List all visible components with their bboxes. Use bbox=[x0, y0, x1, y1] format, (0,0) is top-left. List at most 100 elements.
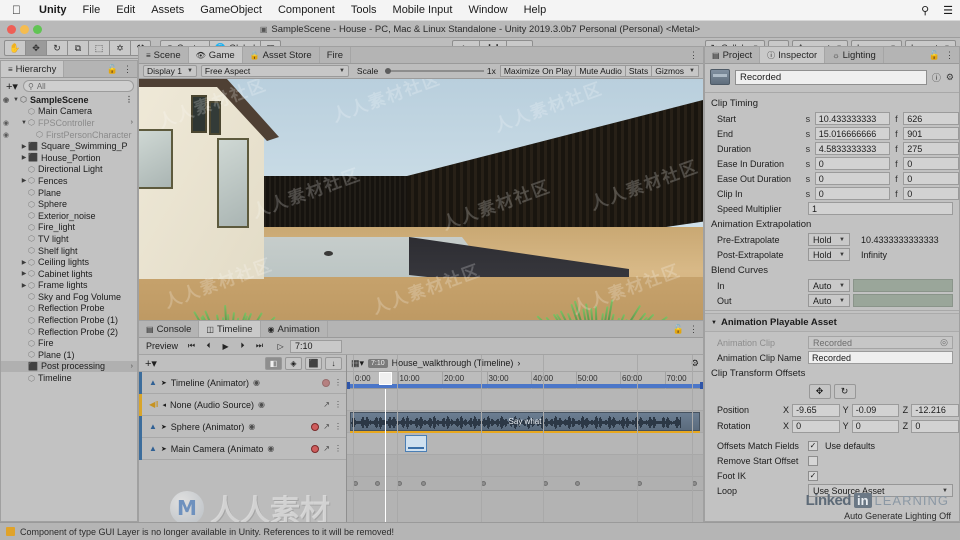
rotate-tool-icon[interactable]: ↻ bbox=[46, 40, 67, 56]
animation-clip-objectfield[interactable]: Recorded ◎ bbox=[808, 336, 953, 349]
seconds-field[interactable]: 4.5833333333 bbox=[815, 142, 890, 155]
maximize-on-play-toggle[interactable]: Maximize On Play bbox=[500, 65, 576, 77]
hierarchy-item[interactable]: ⬡ Sky and Fog Volume bbox=[1, 291, 137, 303]
position-z-field[interactable]: -12.216 bbox=[911, 404, 959, 417]
rotation-z-field[interactable]: 0 bbox=[911, 420, 959, 433]
hierarchy-item[interactable]: ⬡ Sphere bbox=[1, 198, 137, 210]
prev-frame-button[interactable]: ⏴ bbox=[201, 340, 216, 353]
track-expand-icon[interactable]: ➤ bbox=[161, 445, 167, 453]
menu-item-gameobject[interactable]: GameObject bbox=[192, 4, 270, 16]
seconds-field[interactable]: 10.433333333 bbox=[815, 112, 890, 125]
timeline-track-header[interactable]: ▲ ➤ Sphere (Animator) ◉ ↗ ⋮ bbox=[139, 416, 346, 438]
foldout-open-icon[interactable]: ▼ bbox=[20, 120, 28, 126]
foldout-closed-icon[interactable]: ▶ bbox=[20, 270, 28, 277]
timeline-marker[interactable] bbox=[421, 481, 426, 486]
preset-icon[interactable]: ⚙ bbox=[946, 72, 954, 83]
target-icon[interactable]: ◉ bbox=[248, 422, 255, 431]
timeline-marker[interactable] bbox=[575, 481, 580, 486]
move-handle-icon[interactable]: ✥ bbox=[809, 384, 831, 399]
help-icon[interactable]: ⓘ bbox=[932, 71, 941, 84]
tab-inspector[interactable]: ⓘ Inspector bbox=[760, 47, 825, 63]
target-icon[interactable]: ◉ bbox=[253, 378, 260, 387]
breadcrumb-label[interactable]: House_walkthrough (Timeline) bbox=[392, 358, 514, 368]
tab-hierarchy[interactable]: ≡ Hierarchy bbox=[1, 61, 64, 77]
display-dropdown[interactable]: Display 1 ▼ bbox=[143, 65, 197, 77]
timeline-track-header[interactable]: ◀‖ ◂ None (Audio Source) ◉ ↗ ⋮ bbox=[139, 394, 346, 416]
pre-extrapolate-dropdown[interactable]: Hold ▼ bbox=[808, 233, 850, 246]
hierarchy-item[interactable]: ◉ ▼ ⬡ FPSController › bbox=[1, 117, 137, 129]
frame-mode-icon[interactable]: ▷ bbox=[273, 340, 288, 353]
timeline-marker[interactable] bbox=[375, 481, 380, 486]
seconds-field[interactable]: 15.016666666 bbox=[815, 127, 890, 140]
add-marker-icon[interactable]: ◈ bbox=[285, 357, 302, 370]
hierarchy-item[interactable]: ⬡ Fire bbox=[1, 337, 137, 349]
speed-multiplier-field[interactable]: 1 bbox=[808, 202, 953, 215]
rotate-handle-icon[interactable]: ↻ bbox=[834, 384, 856, 399]
foldout-arrow-icon[interactable]: ▼ bbox=[711, 320, 717, 326]
frames-field[interactable]: 0 bbox=[903, 157, 959, 170]
preview-button[interactable]: Preview bbox=[142, 341, 182, 351]
tab-fire[interactable]: Fire bbox=[320, 47, 351, 63]
seconds-field[interactable]: 0 bbox=[815, 187, 890, 200]
record-button[interactable] bbox=[311, 423, 319, 431]
hierarchy-item[interactable]: ⬡ Exterior_noise bbox=[1, 210, 137, 222]
hierarchy-tree[interactable]: ◉ ▼ ⬡ SampleScene ⋮ ⬡ Main Camera ◉ ▼ ⬡ FPSControl… bbox=[1, 94, 137, 522]
hierarchy-item[interactable]: ⬡ Directional Light bbox=[1, 164, 137, 176]
seconds-field[interactable]: 0 bbox=[815, 172, 890, 185]
menu-item-file[interactable]: File bbox=[75, 4, 109, 16]
track-header-list[interactable]: ▲ ➤ Timeline (Animator) ◉ ⋮ ◀‖ ◂ None (Audio So… bbox=[139, 372, 346, 460]
asset-name-field[interactable]: Recorded bbox=[735, 70, 927, 85]
seconds-field[interactable]: 0 bbox=[815, 157, 890, 170]
hierarchy-item[interactable]: ▶ ⬡ Cabinet lights bbox=[1, 268, 137, 280]
position-x-field[interactable]: -9.65 bbox=[792, 404, 840, 417]
aspect-dropdown[interactable]: Free Aspect ▼ bbox=[201, 65, 349, 77]
rotation-y-field[interactable]: 0 bbox=[852, 420, 900, 433]
open-prefab-icon[interactable]: › bbox=[131, 119, 137, 126]
frames-field[interactable]: 901 bbox=[903, 127, 959, 140]
hand-tool-icon[interactable]: ✋ bbox=[4, 40, 25, 56]
apple-icon[interactable]:  bbox=[8, 3, 31, 17]
goto-end-button[interactable]: ⏭ bbox=[252, 340, 267, 353]
menu-item-mobile-input[interactable]: Mobile Input bbox=[385, 4, 461, 16]
track-expand-icon[interactable]: ➤ bbox=[161, 379, 167, 387]
timeline-clip-area[interactable]: ▦▾ 7:10 House_walkthrough (Timeline) › ⚙… bbox=[347, 355, 703, 539]
hierarchy-item[interactable]: ▶ ⬡ Fences bbox=[1, 175, 137, 187]
tab-scene[interactable]: ≡ Scene bbox=[139, 47, 189, 63]
foldout-closed-icon[interactable]: ▶ bbox=[20, 177, 28, 184]
kebab-menu-icon[interactable]: ⋮ bbox=[334, 444, 342, 453]
blend-out-curve-preview[interactable] bbox=[853, 294, 953, 307]
remove-start-offset-checkbox[interactable] bbox=[808, 456, 818, 466]
tab-project[interactable]: ▤ Project bbox=[705, 47, 760, 63]
foldout-open-icon[interactable]: ▼ bbox=[12, 97, 20, 103]
clip-edit-icon[interactable]: ⬛ bbox=[305, 357, 322, 370]
search-icon[interactable]: ⚲ bbox=[914, 4, 936, 17]
play-timeline-button[interactable]: ▶ bbox=[218, 340, 233, 353]
track-expand-icon[interactable]: ◂ bbox=[162, 401, 166, 409]
kebab-menu-icon[interactable]: ⋮ bbox=[689, 324, 698, 335]
menu-item-help[interactable]: Help bbox=[516, 4, 555, 16]
menu-item-component[interactable]: Component bbox=[270, 4, 343, 16]
frames-field[interactable]: 626 bbox=[903, 112, 959, 125]
visibility-toggle-icon[interactable]: ◉ bbox=[3, 119, 12, 127]
add-gameobject-button[interactable]: +▾ bbox=[4, 80, 20, 93]
frames-field[interactable]: 275 bbox=[903, 142, 959, 155]
timeline-clip-row[interactable] bbox=[347, 433, 703, 455]
playhead-handle[interactable] bbox=[379, 372, 392, 385]
lock-icon[interactable]: 🔓 bbox=[929, 50, 940, 61]
record-button[interactable] bbox=[311, 445, 319, 453]
kebab-menu-icon[interactable]: ⋮ bbox=[123, 64, 132, 75]
tab-animation[interactable]: ◉ Animation bbox=[261, 321, 328, 337]
record-button[interactable] bbox=[322, 379, 330, 387]
hierarchy-item[interactable]: ⬡ Shelf light bbox=[1, 245, 137, 257]
hierarchy-item[interactable]: ⬡ Plane (1) bbox=[1, 349, 137, 361]
blend-in-curve-preview[interactable] bbox=[853, 279, 953, 292]
hierarchy-item[interactable]: ▶ ⬡ Frame lights bbox=[1, 280, 137, 292]
timeline-ruler[interactable]: 0:0010:0020:0030:0040:0050:0060:0070:00 bbox=[347, 372, 703, 389]
lock-icon[interactable]: 🔓 bbox=[673, 324, 684, 335]
menu-item-tools[interactable]: Tools bbox=[343, 4, 385, 16]
time-field[interactable]: 7:10 bbox=[290, 340, 342, 353]
tab-asset-store[interactable]: 🔒 Asset Store bbox=[243, 47, 320, 63]
rect-tool-icon[interactable]: ⬚ bbox=[88, 40, 109, 56]
hierarchy-item[interactable]: ▶ ⬛ House_Portion bbox=[1, 152, 137, 164]
lock-icon[interactable]: 🔓 bbox=[107, 64, 118, 75]
